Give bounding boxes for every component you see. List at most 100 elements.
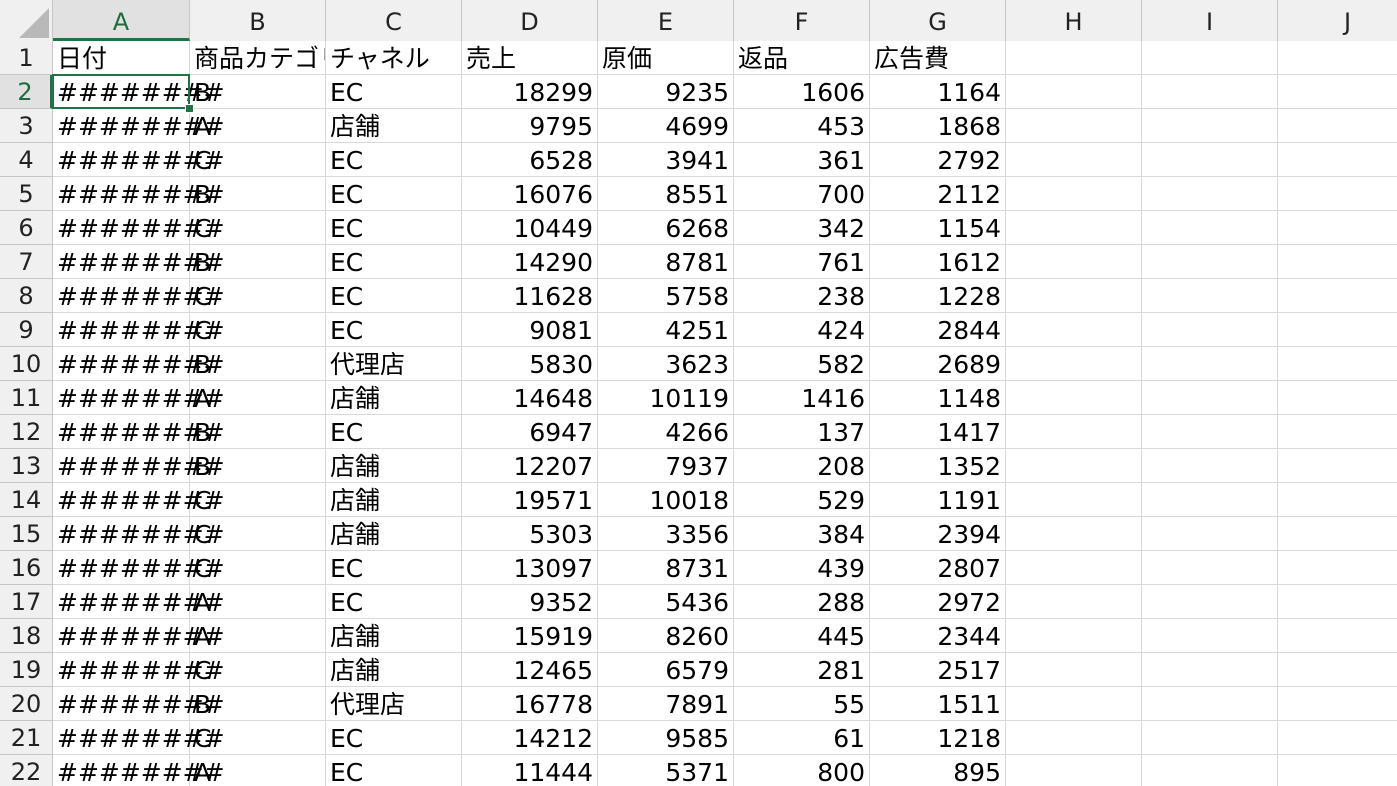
cell-i4[interactable] bbox=[1142, 143, 1278, 177]
cell-j14[interactable] bbox=[1278, 483, 1397, 517]
cell-c3[interactable]: 店舗 bbox=[326, 109, 462, 143]
cell-h1[interactable] bbox=[1006, 41, 1142, 75]
cell-h20[interactable] bbox=[1006, 687, 1142, 721]
cell-e20[interactable]: 7891 bbox=[598, 687, 734, 721]
cell-j3[interactable] bbox=[1278, 109, 1397, 143]
column-header-i[interactable]: I bbox=[1142, 0, 1278, 41]
cell-h14[interactable] bbox=[1006, 483, 1142, 517]
cell-b22[interactable]: A bbox=[190, 755, 326, 786]
cell-g5[interactable]: 2112 bbox=[870, 177, 1006, 211]
cell-h3[interactable] bbox=[1006, 109, 1142, 143]
cell-b4[interactable]: C bbox=[190, 143, 326, 177]
cell-g15[interactable]: 2394 bbox=[870, 517, 1006, 551]
cell-b6[interactable]: C bbox=[190, 211, 326, 245]
cell-i21[interactable] bbox=[1142, 721, 1278, 755]
cell-a17[interactable]: ######## bbox=[53, 585, 225, 619]
cell-d2[interactable]: 18299 bbox=[462, 75, 598, 109]
cell-f3[interactable]: 453 bbox=[734, 109, 870, 143]
cell-a19[interactable]: ######## bbox=[53, 653, 225, 687]
row-header-3[interactable]: 3 bbox=[0, 109, 53, 143]
cell-b9[interactable]: C bbox=[190, 313, 326, 347]
cell-i6[interactable] bbox=[1142, 211, 1278, 245]
cell-i2[interactable] bbox=[1142, 75, 1278, 109]
cell-b12[interactable]: B bbox=[190, 415, 326, 449]
cell-i10[interactable] bbox=[1142, 347, 1278, 381]
cell-d7[interactable]: 14290 bbox=[462, 245, 598, 279]
row-header-9[interactable]: 9 bbox=[0, 313, 53, 347]
cell-f10[interactable]: 582 bbox=[734, 347, 870, 381]
cell-g17[interactable]: 2972 bbox=[870, 585, 1006, 619]
cell-d10[interactable]: 5830 bbox=[462, 347, 598, 381]
cell-c11[interactable]: 店舗 bbox=[326, 381, 462, 415]
cell-a22[interactable]: ######## bbox=[53, 755, 225, 786]
cell-f13[interactable]: 208 bbox=[734, 449, 870, 483]
cell-f20[interactable]: 55 bbox=[734, 687, 870, 721]
cell-a4[interactable]: ######## bbox=[53, 143, 225, 177]
cell-g8[interactable]: 1228 bbox=[870, 279, 1006, 313]
cell-j16[interactable] bbox=[1278, 551, 1397, 585]
cell-b5[interactable]: B bbox=[190, 177, 326, 211]
cell-c10[interactable]: 代理店 bbox=[326, 347, 462, 381]
cell-e3[interactable]: 4699 bbox=[598, 109, 734, 143]
cell-c1[interactable]: チャネル bbox=[326, 41, 462, 75]
row-header-5[interactable]: 5 bbox=[0, 177, 53, 211]
row-header-7[interactable]: 7 bbox=[0, 245, 53, 279]
cell-d22[interactable]: 11444 bbox=[462, 755, 598, 786]
cell-c9[interactable]: EC bbox=[326, 313, 462, 347]
cell-i15[interactable] bbox=[1142, 517, 1278, 551]
cell-h18[interactable] bbox=[1006, 619, 1142, 653]
row-header-2[interactable]: 2 bbox=[0, 75, 53, 109]
cell-c5[interactable]: EC bbox=[326, 177, 462, 211]
column-header-j[interactable]: J bbox=[1278, 0, 1397, 41]
cell-e14[interactable]: 10018 bbox=[598, 483, 734, 517]
cell-e18[interactable]: 8260 bbox=[598, 619, 734, 653]
cell-a10[interactable]: ######## bbox=[53, 347, 225, 381]
cell-d13[interactable]: 12207 bbox=[462, 449, 598, 483]
cell-h10[interactable] bbox=[1006, 347, 1142, 381]
cell-b13[interactable]: B bbox=[190, 449, 326, 483]
cell-h6[interactable] bbox=[1006, 211, 1142, 245]
cell-f6[interactable]: 342 bbox=[734, 211, 870, 245]
select-all-corner[interactable] bbox=[0, 0, 53, 41]
cell-j22[interactable] bbox=[1278, 755, 1397, 786]
cell-a7[interactable]: ######## bbox=[53, 245, 225, 279]
cell-e8[interactable]: 5758 bbox=[598, 279, 734, 313]
cell-d5[interactable]: 16076 bbox=[462, 177, 598, 211]
cell-j5[interactable] bbox=[1278, 177, 1397, 211]
cell-b8[interactable]: C bbox=[190, 279, 326, 313]
cell-j8[interactable] bbox=[1278, 279, 1397, 313]
cell-h17[interactable] bbox=[1006, 585, 1142, 619]
cell-i1[interactable] bbox=[1142, 41, 1278, 75]
cell-g10[interactable]: 2689 bbox=[870, 347, 1006, 381]
cell-b1[interactable]: 商品カテゴリ bbox=[190, 41, 326, 75]
cell-b17[interactable]: A bbox=[190, 585, 326, 619]
column-header-b[interactable]: B bbox=[190, 0, 326, 41]
cell-g13[interactable]: 1352 bbox=[870, 449, 1006, 483]
cell-b21[interactable]: C bbox=[190, 721, 326, 755]
cell-c7[interactable]: EC bbox=[326, 245, 462, 279]
cell-j6[interactable] bbox=[1278, 211, 1397, 245]
cell-e15[interactable]: 3356 bbox=[598, 517, 734, 551]
cell-g3[interactable]: 1868 bbox=[870, 109, 1006, 143]
cell-f17[interactable]: 288 bbox=[734, 585, 870, 619]
column-header-f[interactable]: F bbox=[734, 0, 870, 41]
cell-f8[interactable]: 238 bbox=[734, 279, 870, 313]
row-header-12[interactable]: 12 bbox=[0, 415, 53, 449]
cell-d4[interactable]: 6528 bbox=[462, 143, 598, 177]
cell-g20[interactable]: 1511 bbox=[870, 687, 1006, 721]
cell-e11[interactable]: 10119 bbox=[598, 381, 734, 415]
cell-e7[interactable]: 8781 bbox=[598, 245, 734, 279]
cell-e13[interactable]: 7937 bbox=[598, 449, 734, 483]
cell-j20[interactable] bbox=[1278, 687, 1397, 721]
cell-h13[interactable] bbox=[1006, 449, 1142, 483]
cell-f16[interactable]: 439 bbox=[734, 551, 870, 585]
cell-i17[interactable] bbox=[1142, 585, 1278, 619]
cell-d8[interactable]: 11628 bbox=[462, 279, 598, 313]
row-header-18[interactable]: 18 bbox=[0, 619, 53, 653]
row-header-10[interactable]: 10 bbox=[0, 347, 53, 381]
cell-i12[interactable] bbox=[1142, 415, 1278, 449]
fill-handle[interactable] bbox=[185, 104, 194, 113]
cell-b2[interactable]: B bbox=[190, 75, 326, 109]
column-header-d[interactable]: D bbox=[462, 0, 598, 41]
cell-a13[interactable]: ######## bbox=[53, 449, 225, 483]
